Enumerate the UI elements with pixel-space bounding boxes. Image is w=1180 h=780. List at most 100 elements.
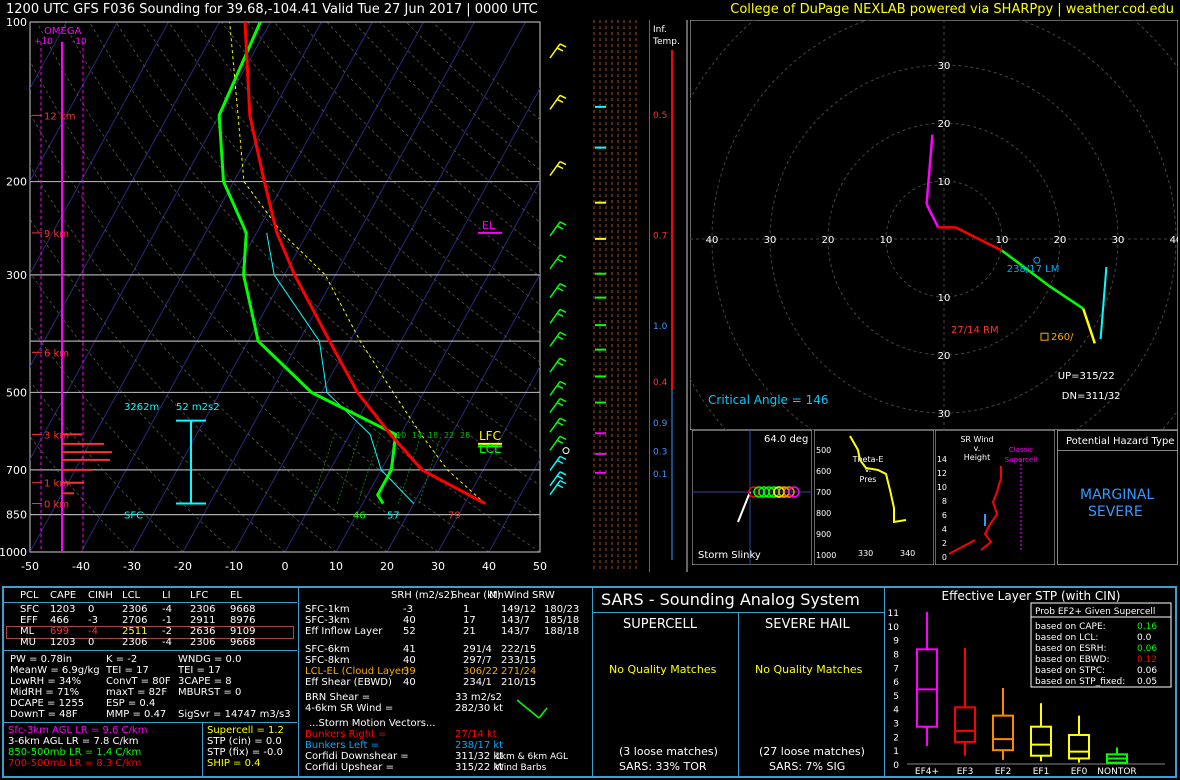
parcel-cell: 0 — [88, 637, 95, 648]
hodo-lm-label: 238/17 LM — [1007, 264, 1060, 275]
stp-legend-label: based on CAPE: — [1035, 622, 1106, 632]
parcel-cell: 9668 — [230, 637, 256, 648]
thermo-index: MidRH = 71% — [10, 687, 80, 698]
srwind-y-tick: 12 — [937, 469, 947, 478]
parcel-header-lfc: LFC — [190, 590, 209, 601]
parcel-cell: 2511 — [122, 626, 148, 637]
thermo-index: maxT = 82F — [106, 687, 168, 698]
kin-cell: 233/15 — [501, 655, 537, 666]
wind-barb-column — [549, 20, 650, 572]
wind-barb-flag — [559, 221, 567, 226]
composite-divider — [202, 722, 203, 776]
height-label: 3 km — [44, 430, 69, 441]
critical-angle-label: Critical Angle = 146 — [708, 393, 829, 407]
omega-scale-plus: +10 — [34, 37, 53, 47]
stp-y-tick: 1 — [893, 747, 899, 757]
kin-extra-value: 33 m2/s2 — [455, 692, 502, 703]
kin-barb-staff — [516, 699, 540, 719]
wind-barb-staff — [549, 283, 561, 299]
kin-cell: 17 — [463, 615, 476, 626]
hodo-axis-label: 30 — [1112, 235, 1125, 246]
thetae-p-tick: 800 — [816, 509, 831, 518]
hodo-mean-label: 260/ — [1051, 332, 1074, 343]
parcel-header-lcl: LCL — [122, 590, 141, 601]
parcel-cell: 1203 — [50, 637, 76, 648]
thermo-index: WNDG = 0.0 — [178, 654, 242, 665]
kin-row-label: SFC-6km — [305, 644, 350, 655]
storm-slinky-panel: 64.0 deg Storm Slinky — [692, 430, 812, 565]
hodograph-chart: 1010202030304040505060607060504030201010… — [690, 20, 1178, 430]
wind-barb-flag — [556, 421, 564, 426]
wind-barb-flag — [559, 254, 567, 259]
storm-motion-label: Corfidi Downshear = — [305, 751, 409, 762]
parcel-cell: 2706 — [122, 615, 148, 626]
lapse-rate: Sfc-3km AGL LR = 9.6 C/km — [8, 725, 148, 736]
hodo-dn-label: DN=311/32 — [1062, 391, 1121, 402]
hodo-ring-label-bottom: 10 — [938, 293, 951, 304]
eff-inflow-height: 3262m — [124, 402, 159, 413]
kin-row-label: LCL-EL (Cloud Layer) — [305, 666, 410, 677]
srwind-title: SR Wind — [960, 435, 993, 444]
kin-header: MnWind — [489, 590, 530, 601]
sars-hail-head: SEVERE HAIL — [765, 617, 850, 632]
temp-tick-label: 10 — [329, 560, 343, 573]
wind-barb-flag — [559, 94, 567, 99]
parcel-cell: 2306 — [190, 637, 216, 648]
pressure-tick-label: 500 — [6, 386, 27, 399]
hazard-title: Potential Hazard Type — [1066, 436, 1175, 447]
temp-tick-label: 30 — [431, 560, 445, 573]
kin-extra-label: BRN Shear = — [305, 692, 371, 703]
wind-barb-staff — [549, 331, 561, 347]
wind-barb-flag — [556, 164, 564, 170]
parcel-cell: 9109 — [230, 626, 256, 637]
stp-category-label: EF2 — [995, 767, 1012, 776]
hodo-axis-label: 10 — [996, 235, 1009, 246]
kin-cell: 40 — [403, 655, 416, 666]
wind-barb-flag — [556, 312, 564, 317]
kin-barb-caption: Wind Barbs — [495, 763, 547, 773]
wind-barb-staff — [549, 455, 561, 471]
lapse-rate: 700-500mb LR = 8.3 C/km — [8, 758, 142, 769]
hodo-axis-label: 10 — [880, 235, 893, 246]
header-credit: College of DuPage NEXLAB powered via SHA… — [730, 2, 1174, 17]
sars-supercell-pct: SARS: 33% TOR — [619, 760, 707, 773]
thermo-index: DCAPE = 1255 — [10, 698, 85, 709]
wind-barb-staff — [549, 435, 561, 451]
kin-cell: 222/15 — [501, 644, 537, 655]
sars-mid-divider — [738, 612, 739, 776]
parcel-cell: SFC — [20, 604, 40, 615]
parcel-header-pcl: PCL — [20, 590, 39, 601]
parcel-cell: 2306 — [190, 604, 216, 615]
parcel-cell: -1 — [162, 615, 172, 626]
kin-cell: 52 — [403, 626, 416, 637]
wind-barb-flag — [559, 43, 567, 48]
wind-barb-flag — [559, 397, 567, 403]
sars-hail-pct: SARS: 7% SIG — [769, 760, 846, 773]
kin-cell: 40 — [403, 615, 416, 626]
thetae-p-tick: 1000 — [816, 551, 836, 560]
stp-legend-value: 0.06 — [1137, 666, 1157, 676]
storm-motion-value: 27/14 kt — [455, 729, 497, 740]
hazard-value-line2: SEVERE — [1088, 504, 1143, 520]
stp-y-tick: 10 — [888, 623, 900, 633]
height-label: 12 km — [44, 111, 75, 122]
parcel-cell: 699 — [50, 626, 70, 637]
header-title: 1200 UTC GFS F036 Sounding for 39.68,-10… — [6, 2, 538, 17]
kin-cell: 39 — [403, 666, 416, 677]
hazard-panel: Potential Hazard Type MARGINAL SEVERE — [1057, 430, 1178, 565]
sfc-temp-label: 79 — [448, 511, 461, 522]
thetae-p-tick: 500 — [816, 446, 831, 455]
parcel-cell: -4 — [162, 637, 172, 648]
hodo-axis-label: 40 — [706, 235, 719, 246]
wind-barb-flag — [559, 380, 567, 386]
sars-supercell-loose: (3 loose matches) — [619, 745, 718, 758]
storm-motion-label: Bunkers Left = — [305, 740, 379, 751]
sars-title: SARS - Sounding Analog System — [601, 590, 860, 609]
stp-legend-label: based on LCL: — [1035, 633, 1098, 643]
inferred-temp-column: Inf. Temp. 0.5 0.7 1.0 0.4 0.9 0.3 0.1 — [652, 20, 688, 572]
hodo-axis-label: 40 — [1170, 235, 1178, 246]
wind-barb-staff — [549, 43, 561, 59]
kin-cell: 21 — [463, 626, 476, 637]
mixing-ratio-label: 22 — [444, 431, 454, 440]
hodo-ring-label-bottom: 20 — [938, 351, 951, 362]
